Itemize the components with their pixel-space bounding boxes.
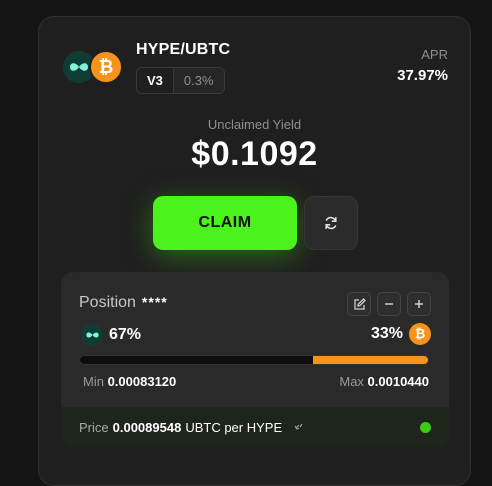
token0-share: 67% [81, 324, 141, 346]
price-row: Price 0.00089548 UBTC per HYPE [61, 407, 449, 447]
refresh-button[interactable] [304, 196, 358, 250]
token1-share: 33% ₿ [371, 323, 431, 345]
range-min: Min 0.00083120 [83, 374, 176, 389]
edit-button[interactable] [347, 292, 371, 316]
fee-badge: 0.3% [173, 68, 224, 93]
token1-share-value: 33% [370, 325, 403, 342]
price-label: Price [79, 419, 109, 435]
position-title: Position **** [79, 294, 168, 312]
remove-liquidity-button[interactable] [377, 292, 401, 316]
btc-token-icon: ₿ [409, 323, 431, 345]
pair-name: HYPE/UBTC [136, 41, 231, 58]
range-max-label: Max [339, 374, 364, 389]
hype-token-icon [81, 324, 103, 346]
range-min-label: Min [83, 374, 104, 389]
position-title-label: Position [79, 294, 136, 311]
claim-button[interactable]: CLAIM [153, 196, 297, 250]
range-max: Max 0.0010440 [339, 374, 429, 389]
position-masked-id: **** [141, 294, 168, 310]
apr-label: APR [421, 47, 448, 62]
position-panel: Position **** 67% 33% ₿ Min 0.00083120 M… [61, 272, 449, 447]
swap-arrows-icon[interactable] [294, 421, 304, 434]
range-bar [79, 355, 429, 365]
token-pair-icons: ₿ [63, 50, 123, 84]
price-unit: UBTC per HYPE [185, 419, 283, 435]
price-value: 0.00089548 [112, 419, 182, 435]
status-dot [420, 422, 431, 433]
unclaimed-yield-label: Unclaimed Yield [207, 117, 302, 132]
token0-share-value: 67% [109, 326, 142, 343]
add-liquidity-button[interactable] [407, 292, 431, 316]
refresh-icon [325, 216, 337, 230]
position-tools [347, 292, 431, 316]
pool-tags: V3 0.3% [136, 67, 225, 94]
minus-icon [385, 303, 393, 305]
range-min-value: 0.00083120 [107, 374, 177, 389]
plus-icon [415, 300, 423, 308]
apr-value: 37.97% [397, 67, 448, 84]
btc-token-icon: ₿ [89, 50, 123, 84]
edit-icon [353, 297, 366, 310]
range-fill [313, 356, 428, 364]
version-badge: V3 [137, 68, 174, 93]
position-card: ₿ HYPE/UBTC V3 0.3% APR 37.97% Unclaimed… [38, 16, 471, 486]
range-max-value: 0.0010440 [367, 374, 429, 389]
unclaimed-yield-value: $0.1092 [191, 135, 318, 173]
